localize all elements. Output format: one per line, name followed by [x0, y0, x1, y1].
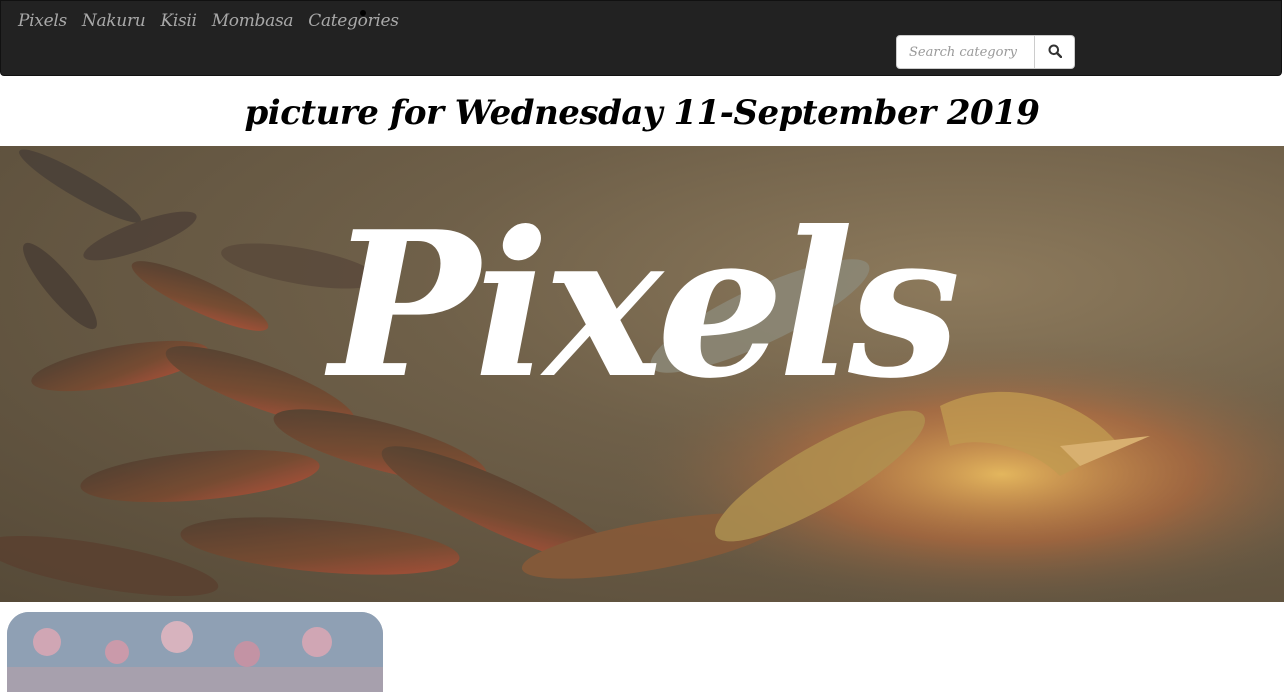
nav-links: Pixels Nakuru Kisii Mombasa Categories [18, 11, 414, 31]
nav-link-kisii[interactable]: Kisii [160, 11, 197, 31]
hero-banner: Pixels [0, 146, 1284, 602]
search-form [896, 35, 1075, 69]
picture-card[interactable] [7, 612, 383, 692]
search-button[interactable] [1035, 35, 1075, 69]
search-icon [1048, 44, 1062, 61]
nav-link-mombasa[interactable]: Mombasa [212, 11, 294, 31]
nav-link-categories[interactable]: Categories [308, 11, 399, 31]
card-image [7, 612, 383, 692]
search-input[interactable] [896, 35, 1035, 69]
top-navbar: Pixels Nakuru Kisii Mombasa Categories [0, 0, 1282, 76]
list-bullet [360, 10, 366, 16]
nav-link-pixels[interactable]: Pixels [18, 11, 67, 31]
page-date-heading: picture for Wednesday 11-September 2019 [244, 93, 1040, 133]
nav-link-nakuru[interactable]: Nakuru [82, 11, 146, 31]
hero-title: Pixels [329, 188, 960, 423]
